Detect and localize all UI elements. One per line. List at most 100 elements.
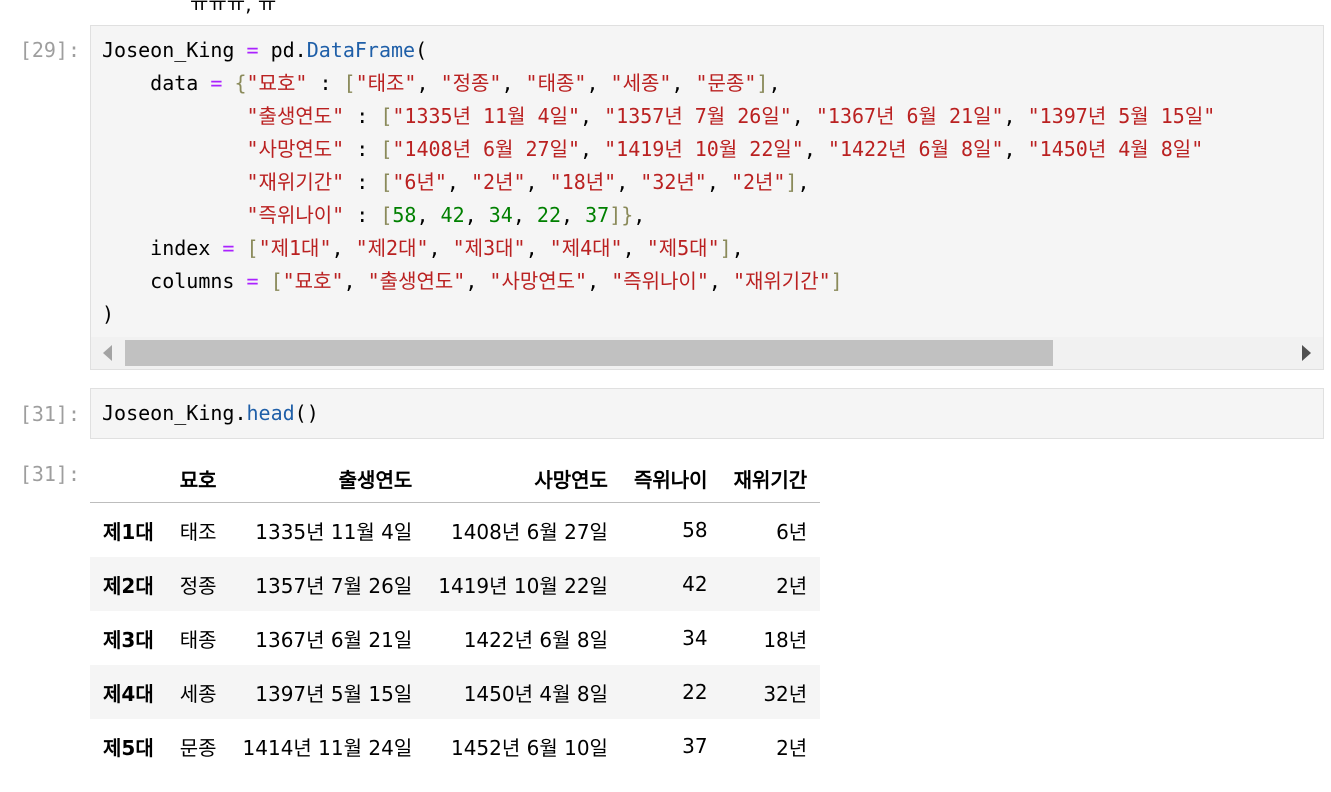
code-token: ]} xyxy=(609,203,634,227)
code-token: "32년" xyxy=(640,170,707,194)
code-token: , xyxy=(416,71,441,95)
code-line: "사망연도" : ["1408년 6월 27일", "1419년 10월 22일… xyxy=(102,133,1323,166)
code-token: "사망연도" xyxy=(246,137,345,161)
code-token: "1357년 7월 26일" xyxy=(604,104,792,128)
cell-death: 1452년 6월 10일 xyxy=(450,735,608,760)
code-token: ] xyxy=(756,71,769,95)
code-token: "1335년 11월 4일" xyxy=(392,104,581,128)
code-token: "1419년 10월 22일" xyxy=(604,137,804,161)
code-editor[interactable]: Joseon_King = pd.DataFrame( data = {"묘호"… xyxy=(91,26,1323,331)
column-header-birth: 출생연도 xyxy=(229,455,426,503)
table-header-row: 묘호 출생연도 사망연도 즉위나이 재위기간 xyxy=(90,455,821,503)
scroll-left-arrow-icon[interactable] xyxy=(103,345,112,361)
code-line: Joseon_King.head() xyxy=(102,397,1323,430)
code-line: "재위기간" : ["6년", "2년", "18년", "32년", "2년"… xyxy=(102,166,1323,199)
code-token: , xyxy=(803,137,828,161)
cell-death: 1419년 10월 22일 xyxy=(438,573,608,598)
code-cell-head[interactable]: Joseon_King.head() xyxy=(90,388,1324,439)
code-token: [ xyxy=(270,269,283,293)
cell-myoho: 정종 xyxy=(179,573,217,598)
code-token: "사망연도" xyxy=(489,269,588,293)
code-editor[interactable]: Joseon_King.head() xyxy=(91,389,1323,430)
cell-reign: 32년 xyxy=(763,681,808,706)
code-token: , xyxy=(616,170,641,194)
code-token: "묘호" xyxy=(246,71,308,95)
row-index: 제3대 xyxy=(103,627,154,652)
code-cell-dataframe[interactable]: Joseon_King = pd.DataFrame( data = {"묘호"… xyxy=(90,25,1324,370)
cell-reign: 6년 xyxy=(776,519,808,544)
code-token: , xyxy=(1003,137,1028,161)
code-token: ] xyxy=(719,236,732,260)
table-row: 제5대 문종 1414년 11월 24일 1452년 6월 10일 37 2년 xyxy=(90,719,820,773)
code-token: { xyxy=(234,71,247,95)
code-token: : xyxy=(344,203,381,227)
code-token: , xyxy=(622,236,647,260)
code-token: [ xyxy=(380,203,393,227)
code-line: "출생연도" : ["1335년 11월 4일", "1357년 7월 26일"… xyxy=(102,100,1323,133)
code-token: 58 xyxy=(392,203,417,227)
index-header xyxy=(90,455,167,503)
code-token: , xyxy=(561,203,586,227)
code-token: , xyxy=(797,170,810,194)
code-token: "1397년 5월 15일" xyxy=(1027,104,1216,128)
code-token: "6년" xyxy=(392,170,447,194)
code-token: , xyxy=(671,71,696,95)
row-index: 제5대 xyxy=(103,735,154,760)
code-token: "제2대" xyxy=(355,236,429,260)
column-header-reign: 재위기간 xyxy=(720,455,821,503)
code-token: , xyxy=(706,170,731,194)
code-token: = xyxy=(222,236,235,260)
code-token: , xyxy=(791,104,816,128)
code-token: columns xyxy=(102,269,247,293)
previous-output-fragment: ㅠㅠㅠ, ㅠ xyxy=(190,0,277,16)
code-token: [ xyxy=(380,170,393,194)
dataframe-output-table: 묘호 출생연도 사망연도 즉위나이 재위기간 제1대 태조 1335년 11월 … xyxy=(90,455,821,773)
cell-birth: 1397년 5월 15일 xyxy=(255,681,413,706)
code-token: , xyxy=(587,269,612,293)
code-token: [ xyxy=(343,71,356,95)
cell-age: 22 xyxy=(682,680,708,704)
cell-myoho: 세종 xyxy=(179,681,217,706)
cell-reign: 18년 xyxy=(763,627,808,652)
code-token: "태조" xyxy=(355,71,417,95)
cell-birth: 1357년 7월 26일 xyxy=(255,573,413,598)
code-token: "2년" xyxy=(730,170,786,194)
code-token: , xyxy=(501,71,526,95)
cell-age: 42 xyxy=(682,572,708,596)
scroll-right-arrow-icon[interactable] xyxy=(1302,345,1311,361)
table-row: 제2대 정종 1357년 7월 26일 1419년 10월 22일 42 2년 xyxy=(90,557,821,611)
code-token: "태종" xyxy=(525,71,587,95)
code-token: , xyxy=(428,236,453,260)
cell-reign: 2년 xyxy=(776,735,808,760)
scrollbar-thumb[interactable] xyxy=(125,340,1053,366)
table-row: 제4대 세종 1397년 5월 15일 1450년 4월 8일 22 32년 xyxy=(90,665,821,719)
code-token: Joseon_King. xyxy=(102,401,247,425)
cell-death: 1422년 6월 8일 xyxy=(463,627,608,652)
cell-myoho: 태조 xyxy=(179,519,217,544)
code-token: , xyxy=(633,203,646,227)
code-token: , xyxy=(768,71,781,95)
code-token: , xyxy=(525,236,550,260)
code-line: data = {"묘호" : ["태조", "정종", "태종", "세종", … xyxy=(102,67,1323,100)
code-token: "출생연도" xyxy=(367,269,466,293)
horizontal-scrollbar[interactable] xyxy=(91,337,1323,369)
cell-birth: 1335년 11월 4일 xyxy=(255,519,413,544)
code-line: Joseon_King = pd.DataFrame( xyxy=(102,34,1323,67)
code-token: : xyxy=(344,137,381,161)
code-token: , xyxy=(465,269,490,293)
code-token: data xyxy=(102,71,211,95)
code-token: "1450년 4월 8일" xyxy=(1027,137,1204,161)
column-header-myoho: 묘호 xyxy=(166,455,230,503)
code-token: "정종" xyxy=(440,71,502,95)
input-prompt-29: [29]: xyxy=(19,38,80,62)
code-token: "재위기간" xyxy=(246,170,345,194)
cell-reign: 2년 xyxy=(776,573,808,598)
code-token: Joseon_King xyxy=(102,38,247,62)
code-token: "1422년 6월 8일" xyxy=(827,137,1004,161)
code-token: "출생연도" xyxy=(246,104,345,128)
code-token: "제5대" xyxy=(646,236,720,260)
